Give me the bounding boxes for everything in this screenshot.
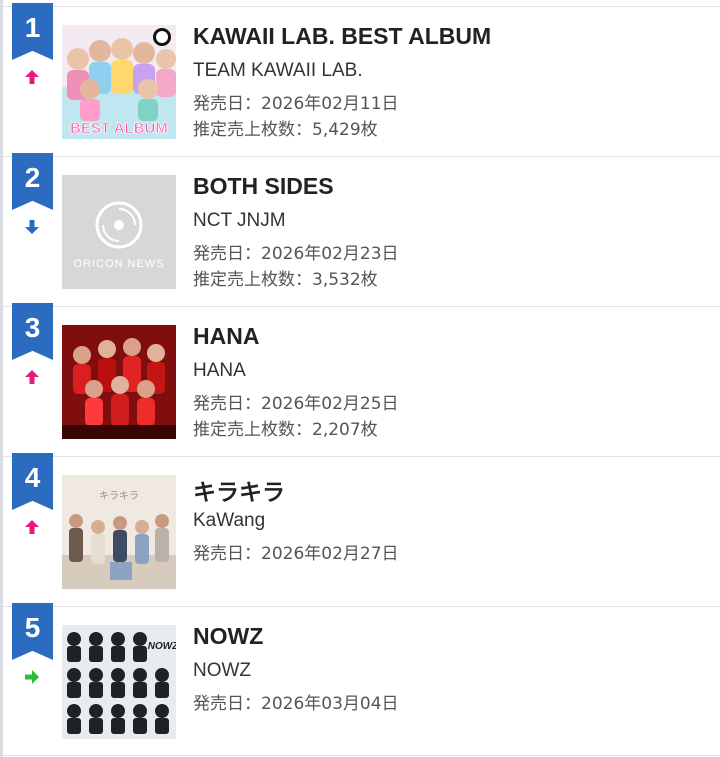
- rank-number: 4: [24, 462, 41, 493]
- rank-number: 3: [24, 312, 41, 343]
- estimated-sales: 推定売上枚数：2,207枚: [193, 420, 378, 440]
- ranking-item[interactable]: 1 BEST ALBUM KAWAII LAB. BEST ALBUM TEAM…: [3, 3, 720, 157]
- album-cover-placeholder[interactable]: ORICON NEWS: [62, 175, 176, 289]
- ranking-item[interactable]: 3 HANA HANA 発売日：2026年02月25日 推定売上枚数：2,207…: [3, 303, 720, 457]
- ranking-item[interactable]: 4 キラキラ キラキラ KaWang 発売日：2026年02月27日: [3, 453, 720, 607]
- arrow-down-icon: [25, 220, 39, 234]
- estimated-sales: 推定売上枚数：5,429枚: [193, 120, 378, 140]
- ranking-item[interactable]: 5 NOWZ NOWZ NOWZ 発売日：2026年03月04日: [3, 603, 720, 756]
- album-cover[interactable]: キラキラ: [62, 475, 176, 589]
- release-date: 発売日：2026年02月11日: [193, 94, 399, 114]
- rank-number: 5: [24, 612, 41, 643]
- arrow-up-icon: [25, 520, 39, 534]
- album-cover[interactable]: [62, 325, 176, 439]
- arrow-right-icon: [25, 670, 39, 684]
- artist-name[interactable]: TEAM KAWAII LAB.: [193, 60, 363, 82]
- rank-number: 1: [24, 12, 41, 43]
- cover-text: キラキラ: [99, 490, 139, 502]
- estimated-sales: 推定売上枚数：3,532枚: [193, 270, 378, 290]
- release-date: 発売日：2026年02月25日: [193, 394, 399, 414]
- ranking-item[interactable]: 2 ORICON NEWS BOTH SIDES NCT JNJM 発売日：20…: [3, 153, 720, 307]
- oricon-news-logo: ORICON NEWS: [73, 258, 164, 270]
- album-title[interactable]: BOTH SIDES: [193, 173, 334, 200]
- release-date: 発売日：2026年03月04日: [193, 694, 399, 714]
- artist-name[interactable]: KaWang: [193, 510, 265, 532]
- cover-text: NOWZ: [148, 641, 176, 652]
- release-date: 発売日：2026年02月23日: [193, 244, 399, 264]
- ranking-list: 1 BEST ALBUM KAWAII LAB. BEST ALBUM TEAM…: [3, 3, 720, 756]
- arrow-up-icon: [25, 70, 39, 84]
- album-title[interactable]: NOWZ: [193, 623, 263, 650]
- rank-number: 2: [24, 162, 41, 193]
- cover-text: BEST ALBUM: [70, 120, 168, 137]
- album-cover[interactable]: BEST ALBUM: [62, 25, 176, 139]
- artist-name[interactable]: NOWZ: [193, 660, 251, 682]
- arrow-up-icon: [25, 370, 39, 384]
- album-cover[interactable]: NOWZ: [62, 625, 176, 739]
- album-title[interactable]: HANA: [193, 323, 259, 350]
- artist-name[interactable]: NCT JNJM: [193, 210, 286, 232]
- album-title[interactable]: KAWAII LAB. BEST ALBUM: [193, 23, 491, 50]
- artist-name[interactable]: HANA: [193, 360, 246, 382]
- album-title[interactable]: キラキラ: [193, 473, 285, 507]
- release-date: 発売日：2026年02月27日: [193, 544, 399, 564]
